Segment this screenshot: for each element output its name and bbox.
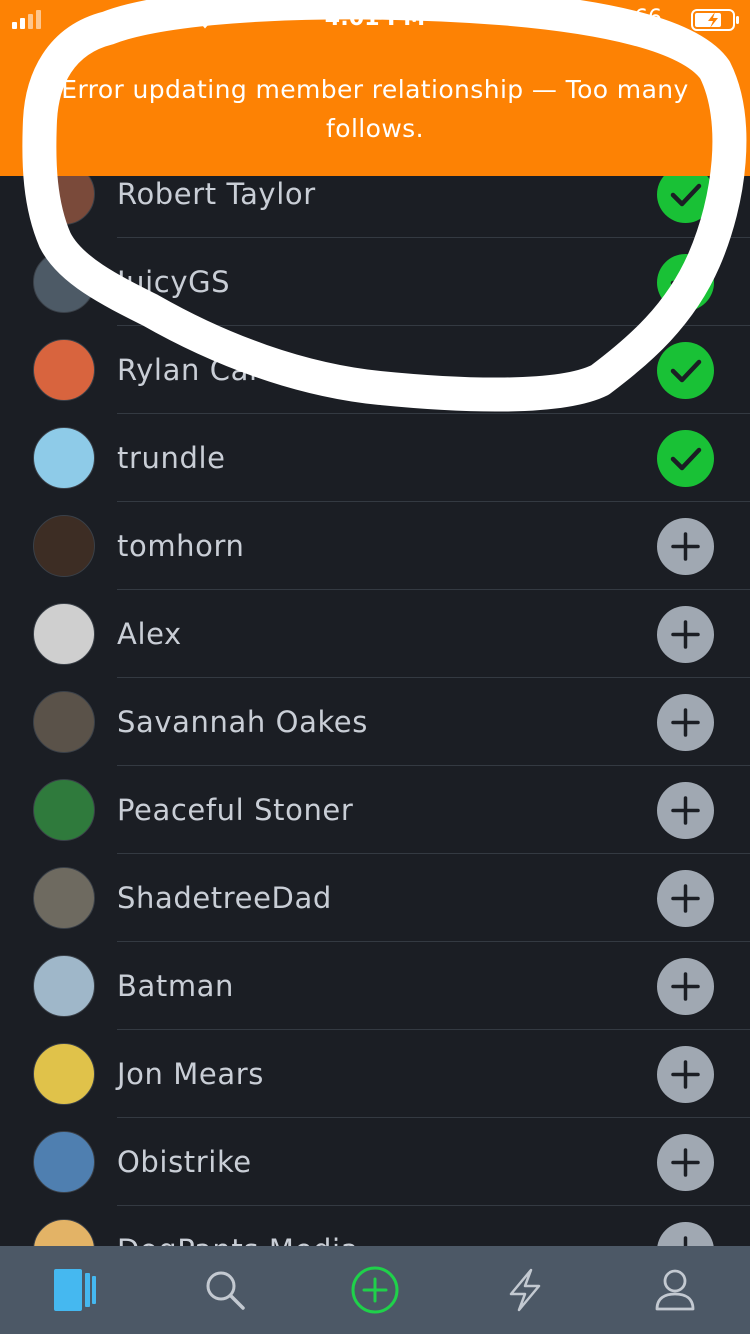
- member-avatar[interactable]: [33, 691, 95, 753]
- follow-add-button[interactable]: [657, 606, 714, 663]
- member-row[interactable]: Alex: [0, 590, 750, 678]
- tab-profile[interactable]: [600, 1246, 750, 1334]
- member-name[interactable]: Rylan Cai: [117, 326, 258, 414]
- tab-search[interactable]: [150, 1246, 300, 1334]
- member-avatar[interactable]: [33, 515, 95, 577]
- member-row[interactable]: Peaceful Stoner: [0, 766, 750, 854]
- plus-icon: [671, 884, 700, 913]
- error-message: Error updating member relationship — Too…: [61, 75, 689, 143]
- following-check-button[interactable]: [657, 430, 714, 487]
- member-avatar[interactable]: [33, 779, 95, 841]
- tab-bar: [0, 1246, 750, 1334]
- follow-add-button[interactable]: [657, 958, 714, 1015]
- member-name[interactable]: Batman: [117, 942, 234, 1030]
- battery-percent: 66: [634, 6, 662, 31]
- plus-icon: [671, 620, 700, 649]
- status-bar: Wi-Fi 4:01 PM 66: [0, 0, 750, 40]
- member-avatar[interactable]: [33, 603, 95, 665]
- member-name[interactable]: Savannah Oakes: [117, 678, 368, 766]
- error-banner: Wi-Fi 4:01 PM 66 Error updating member r…: [0, 0, 750, 176]
- check-icon: [670, 359, 702, 383]
- follow-add-button[interactable]: [657, 518, 714, 575]
- check-icon: [670, 271, 702, 295]
- plus-icon: [671, 708, 700, 737]
- member-row[interactable]: Obistrike: [0, 1118, 750, 1206]
- follow-add-button[interactable]: [657, 782, 714, 839]
- activity-bolt-icon: [509, 1268, 541, 1312]
- plus-icon: [671, 1060, 700, 1089]
- member-name[interactable]: Obistrike: [117, 1118, 252, 1206]
- member-row[interactable]: tomhorn: [0, 502, 750, 590]
- plus-icon: [671, 972, 700, 1001]
- member-avatar[interactable]: [33, 867, 95, 929]
- member-name[interactable]: Jon Mears: [117, 1030, 264, 1118]
- plus-icon: [671, 532, 700, 561]
- following-check-button[interactable]: [657, 254, 714, 311]
- member-avatar[interactable]: [33, 251, 95, 313]
- follow-add-button[interactable]: [657, 870, 714, 927]
- member-name[interactable]: Alex: [117, 590, 182, 678]
- add-circle-icon: [351, 1266, 399, 1314]
- member-name[interactable]: trundle: [117, 414, 226, 502]
- member-name[interactable]: ShadetreeDad: [117, 854, 332, 942]
- member-avatar[interactable]: [33, 1043, 95, 1105]
- member-row[interactable]: ShadetreeDad: [0, 854, 750, 942]
- battery-icon: [690, 8, 742, 36]
- member-avatar[interactable]: [33, 427, 95, 489]
- member-avatar[interactable]: [33, 955, 95, 1017]
- member-row[interactable]: Batman: [0, 942, 750, 1030]
- member-name[interactable]: tomhorn: [117, 502, 244, 590]
- tab-activity[interactable]: [450, 1246, 600, 1334]
- member-row[interactable]: trundle: [0, 414, 750, 502]
- member-list: Robert Taylor JuicyGS Rylan Cai trundle …: [0, 150, 750, 1294]
- member-row[interactable]: Savannah Oakes: [0, 678, 750, 766]
- following-check-button[interactable]: [657, 342, 714, 399]
- member-row[interactable]: Rylan Cai: [0, 326, 750, 414]
- follow-add-button[interactable]: [657, 1046, 714, 1103]
- tab-create[interactable]: [300, 1246, 450, 1334]
- library-icon: [54, 1269, 96, 1311]
- plus-icon: [671, 796, 700, 825]
- member-row[interactable]: Jon Mears: [0, 1030, 750, 1118]
- profile-icon: [655, 1269, 695, 1311]
- member-name[interactable]: JuicyGS: [117, 238, 230, 326]
- member-avatar[interactable]: [33, 339, 95, 401]
- plus-icon: [671, 1148, 700, 1177]
- search-icon: [206, 1271, 245, 1310]
- follow-add-button[interactable]: [657, 1134, 714, 1191]
- member-name[interactable]: Peaceful Stoner: [117, 766, 353, 854]
- member-avatar[interactable]: [33, 1131, 95, 1193]
- member-row[interactable]: JuicyGS: [0, 238, 750, 326]
- follow-add-button[interactable]: [657, 694, 714, 751]
- check-icon: [670, 447, 702, 471]
- tab-library[interactable]: [0, 1246, 150, 1334]
